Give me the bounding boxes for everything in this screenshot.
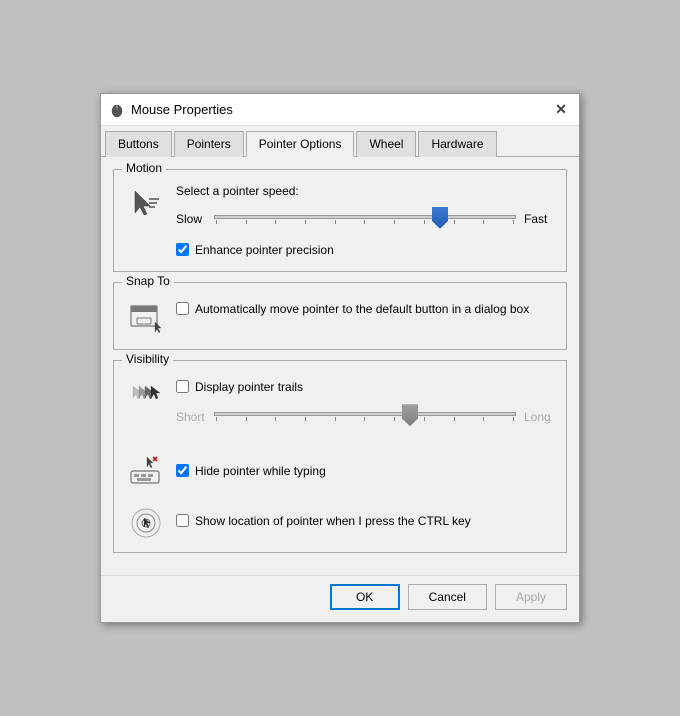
locate-icon — [126, 500, 166, 540]
tab-hardware[interactable]: Hardware — [418, 131, 496, 157]
locate-row: Show location of pointer when I press th… — [126, 500, 554, 540]
hide-icon — [126, 450, 166, 490]
enhance-precision-row: Enhance pointer precision — [176, 242, 554, 259]
snap-to-section-title: Snap To — [122, 274, 174, 288]
slow-label: Slow — [176, 212, 206, 226]
tab-buttons[interactable]: Buttons — [105, 131, 172, 157]
locate-controls: Show location of pointer when I press th… — [176, 509, 554, 530]
snap-to-section: Snap To — [113, 282, 567, 350]
trails-icon — [126, 375, 166, 415]
trail-slider-thumb[interactable] — [402, 404, 418, 426]
mouse-properties-window: Mouse Properties ✕ Buttons Pointers Poin… — [100, 93, 580, 623]
motion-section-body: Select a pointer speed: Slow — [126, 184, 554, 259]
trails-icon-svg — [127, 376, 165, 414]
trail-slider-track — [214, 412, 516, 416]
short-label: Short — [176, 410, 206, 424]
trails-checkbox[interactable] — [176, 380, 189, 393]
tab-pointers[interactable]: Pointers — [174, 131, 244, 157]
title-bar-left: Mouse Properties — [109, 102, 233, 118]
title-bar: Mouse Properties ✕ — [101, 94, 579, 126]
hide-controls: Hide pointer while typing — [176, 459, 554, 480]
content-area: Motion Sel — [101, 157, 579, 575]
pointer-speed-icon — [127, 185, 165, 223]
tab-bar: Buttons Pointers Pointer Options Wheel H… — [101, 126, 579, 157]
snap-auto-checkbox[interactable] — [176, 302, 189, 315]
hide-checkbox-row: Hide pointer while typing — [176, 463, 554, 480]
enhance-precision-label: Enhance pointer precision — [195, 242, 334, 259]
apply-button[interactable]: Apply — [495, 584, 567, 610]
snap-to-controls: Automatically move pointer to the defaul… — [176, 297, 554, 318]
hide-label: Hide pointer while typing — [195, 463, 326, 480]
trails-checkbox-row: Display pointer trails — [176, 379, 554, 396]
motion-row: Select a pointer speed: Slow — [126, 184, 554, 259]
speed-label: Select a pointer speed: — [176, 184, 554, 198]
trails-controls: Display pointer trails Short — [176, 375, 554, 440]
hide-row: Hide pointer while typing — [126, 450, 554, 490]
visibility-section-body: Display pointer trails Short — [126, 375, 554, 540]
snap-icon-svg — [127, 298, 165, 336]
footer: OK Cancel Apply — [101, 575, 579, 622]
window-title: Mouse Properties — [131, 102, 233, 117]
speed-tick-marks — [214, 220, 516, 224]
visibility-section-title: Visibility — [122, 352, 173, 366]
motion-icon — [126, 184, 166, 224]
long-label: Long — [524, 410, 554, 424]
speed-slider-thumb[interactable] — [432, 207, 448, 229]
locate-checkbox-row: Show location of pointer when I press th… — [176, 513, 554, 530]
trail-slider-row: Short — [176, 402, 554, 432]
hide-icon-svg — [127, 451, 165, 489]
motion-section: Motion Sel — [113, 169, 567, 272]
trail-tick-marks — [214, 417, 516, 421]
hide-checkbox[interactable] — [176, 464, 189, 477]
fast-label: Fast — [524, 212, 554, 226]
locate-icon-svg — [127, 501, 165, 539]
snap-auto-label: Automatically move pointer to the defaul… — [195, 301, 529, 318]
cancel-button[interactable]: Cancel — [408, 584, 487, 610]
motion-section-title: Motion — [122, 161, 166, 175]
snap-auto-row: Automatically move pointer to the defaul… — [176, 301, 554, 318]
speed-slider[interactable] — [214, 204, 516, 234]
speed-slider-track — [214, 215, 516, 219]
close-button[interactable]: ✕ — [551, 100, 571, 120]
trails-row: Display pointer trails Short — [126, 375, 554, 440]
trails-label: Display pointer trails — [195, 379, 303, 396]
window-icon — [109, 102, 125, 118]
locate-label: Show location of pointer when I press th… — [195, 513, 471, 530]
trail-slider[interactable] — [214, 402, 516, 432]
tab-pointer-options[interactable]: Pointer Options — [246, 131, 355, 157]
snap-to-row: Automatically move pointer to the defaul… — [126, 297, 554, 337]
ok-button[interactable]: OK — [330, 584, 400, 610]
enhance-precision-checkbox[interactable] — [176, 243, 189, 256]
snap-to-section-body: Automatically move pointer to the defaul… — [126, 297, 554, 337]
locate-checkbox[interactable] — [176, 514, 189, 527]
motion-controls: Select a pointer speed: Slow — [176, 184, 554, 259]
speed-slider-row: Slow — [176, 204, 554, 234]
tab-wheel[interactable]: Wheel — [356, 131, 416, 157]
visibility-section: Visibility — [113, 360, 567, 553]
snap-to-icon — [126, 297, 166, 337]
